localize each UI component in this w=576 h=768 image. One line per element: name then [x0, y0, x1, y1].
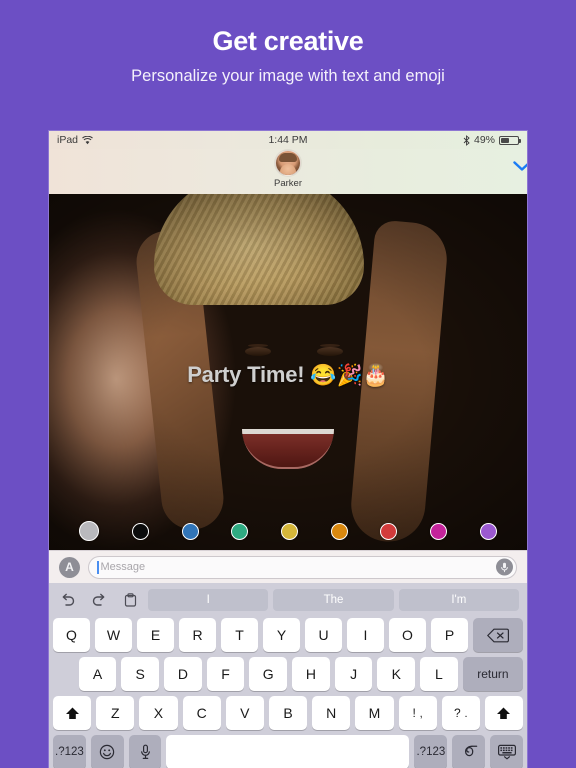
text-caret — [97, 560, 99, 574]
avatar[interactable] — [275, 150, 301, 176]
color-swatch-yellow[interactable] — [280, 522, 298, 540]
battery-percent: 49% — [473, 134, 495, 146]
color-swatch-purple[interactable] — [479, 522, 497, 540]
handwriting-icon[interactable] — [452, 735, 486, 768]
page-title: Get creative — [212, 26, 364, 56]
key-exclamation-comma[interactable]: ! , — [398, 696, 437, 730]
ipad-device-frame: iPad 1:44 PM 49% Parker Party Time! 😂🎉🎂 … — [48, 130, 528, 768]
key-r[interactable]: R — [179, 618, 216, 652]
appstore-icon[interactable]: A — [59, 556, 80, 578]
key-k[interactable]: K — [377, 657, 416, 691]
numeric-key-right[interactable]: .?123 — [414, 735, 448, 768]
suggestion-1[interactable]: The — [273, 588, 394, 611]
key-j[interactable]: J — [334, 657, 373, 691]
dictation-microphone-icon[interactable] — [128, 735, 162, 768]
status-bar-left: iPad — [57, 134, 93, 146]
key-v[interactable]: V — [225, 696, 264, 730]
key-b[interactable]: B — [268, 696, 308, 730]
key-d[interactable]: D — [164, 657, 202, 691]
color-swatch-magenta[interactable] — [429, 522, 447, 540]
space-key[interactable] — [166, 735, 410, 768]
keyboard-row-4: .?123 .?123 — [53, 735, 523, 768]
paste-icon[interactable] — [117, 589, 143, 611]
keyboard-row-3: Z X C V B N M ! , ? . — [53, 696, 524, 730]
suggestion-0[interactable]: I — [148, 588, 269, 611]
key-a[interactable]: A — [78, 657, 117, 691]
key-period-label: . — [464, 707, 468, 720]
photo-canvas[interactable]: Party Time! 😂🎉🎂 — [49, 194, 527, 550]
wifi-icon — [82, 135, 93, 145]
key-x[interactable]: X — [139, 696, 178, 730]
status-bar-time: 1:44 PM — [268, 134, 308, 146]
key-c[interactable]: C — [182, 696, 221, 730]
return-key[interactable]: return — [462, 657, 524, 691]
status-bar: iPad 1:44 PM 49% — [49, 131, 527, 149]
photo-text-overlay[interactable]: Party Time! 😂🎉🎂 — [49, 362, 527, 388]
color-swatch-black[interactable] — [131, 522, 149, 540]
page-subtitle: Personalize your image with text and emo… — [131, 67, 445, 85]
key-q[interactable]: Q — [53, 618, 90, 652]
device-label: iPad — [57, 134, 79, 146]
keyboard-row-2: A S D F G H J K L return — [53, 657, 524, 691]
row2-spacer — [53, 657, 74, 691]
microphone-icon[interactable] — [496, 558, 513, 576]
bluetooth-icon — [463, 134, 470, 146]
appstore-glyph: A — [65, 560, 74, 574]
key-h[interactable]: H — [292, 657, 330, 691]
key-i[interactable]: I — [347, 618, 384, 652]
emoji-icon[interactable] — [90, 735, 124, 768]
color-swatch-green[interactable] — [231, 522, 249, 540]
conversation-header: Parker — [49, 149, 527, 194]
key-z[interactable]: Z — [96, 696, 135, 730]
key-w[interactable]: W — [95, 618, 132, 652]
key-exclamation-label: ! — [412, 705, 416, 720]
message-placeholder: Message — [100, 561, 146, 573]
key-comma-label: , — [419, 707, 423, 720]
shift-icon-left[interactable] — [53, 696, 92, 730]
key-n[interactable]: N — [312, 696, 351, 730]
key-p[interactable]: P — [431, 618, 468, 652]
key-question-label: ? — [453, 705, 461, 720]
color-swatch-red[interactable] — [380, 522, 398, 540]
keyboard-dismiss-icon[interactable] — [490, 735, 523, 768]
key-m[interactable]: M — [355, 696, 394, 730]
status-bar-right: 49% — [463, 134, 521, 146]
key-y[interactable]: Y — [263, 618, 300, 652]
key-g[interactable]: G — [249, 657, 288, 691]
color-swatch-gray[interactable] — [79, 521, 100, 541]
shift-icon-right[interactable] — [484, 696, 524, 730]
key-l[interactable]: L — [420, 657, 458, 691]
contact-name: Parker — [274, 178, 302, 189]
message-input-bar: A Message — [49, 550, 527, 583]
key-s[interactable]: S — [121, 657, 160, 691]
key-o[interactable]: O — [389, 618, 426, 652]
promo-header: Get creative Personalize your image with… — [0, 0, 576, 88]
key-t[interactable]: T — [221, 618, 258, 652]
key-question-period[interactable]: ? . — [441, 696, 480, 730]
undo-icon[interactable] — [55, 589, 81, 611]
key-e[interactable]: E — [137, 618, 174, 652]
battery-icon — [499, 135, 521, 145]
suggestion-2[interactable]: I'm — [398, 588, 519, 611]
color-swatch-orange[interactable] — [330, 522, 348, 540]
redo-icon[interactable] — [86, 589, 112, 611]
onscreen-keyboard: I The I'm Q W E R T Y U I O P A S D F G … — [49, 583, 527, 768]
color-palette[interactable] — [49, 512, 527, 550]
color-swatch-blue[interactable] — [181, 522, 199, 540]
key-f[interactable]: F — [206, 657, 245, 691]
key-u[interactable]: U — [305, 618, 342, 652]
backspace-icon[interactable] — [473, 618, 523, 652]
numeric-key-left[interactable]: .?123 — [53, 735, 86, 768]
overlay-caption: Party Time! — [187, 362, 305, 387]
overlay-emoji: 😂🎉🎂 — [310, 364, 389, 387]
predictive-text-row: I The I'm — [53, 586, 523, 613]
search-input[interactable]: Message — [88, 555, 517, 579]
keyboard-row-1: Q W E R T Y U I O P — [53, 618, 523, 652]
